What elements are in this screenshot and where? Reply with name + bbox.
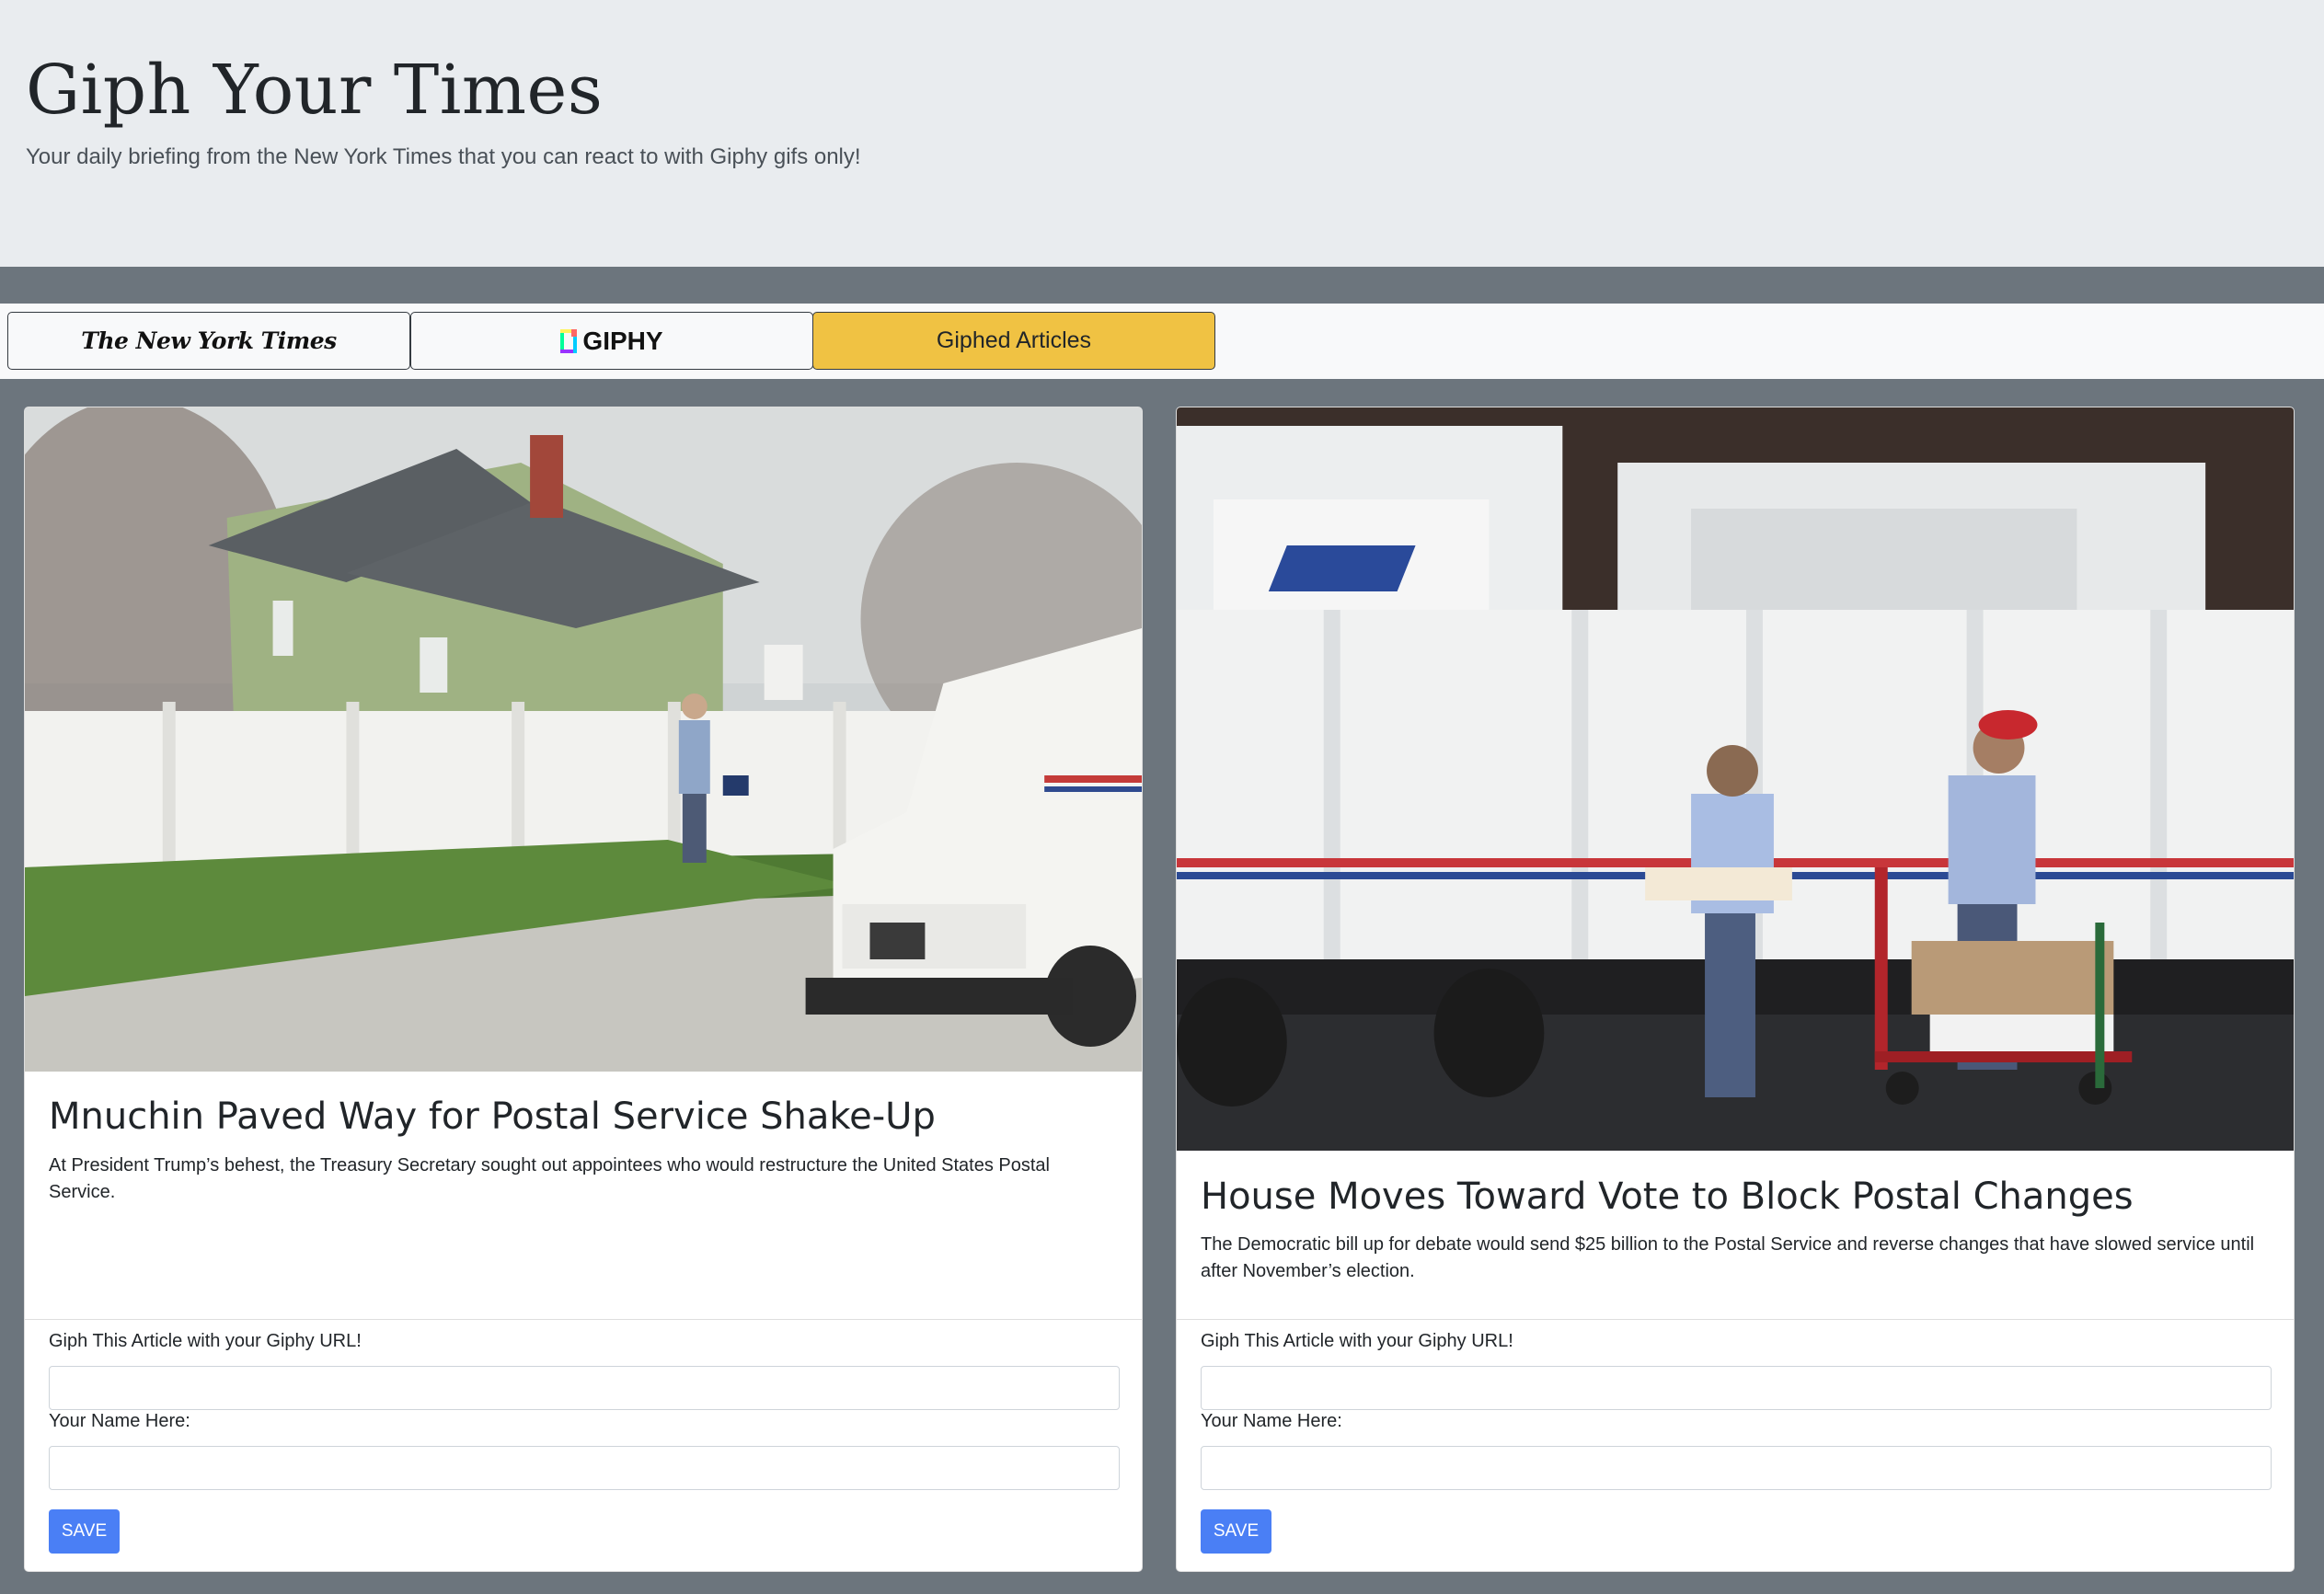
giphed-articles-label: Giphed Articles [936,327,1092,353]
nyt-logo: The New York Times [81,327,337,354]
article-photo-house [25,407,1142,1072]
nyt-button[interactable]: The New York Times [7,312,410,370]
article-card: Mnuchin Paved Way for Postal Service Sha… [24,407,1143,1572]
article-image [1177,407,2294,1151]
giph-url-label: Giph This Article with your Giphy URL! [49,1331,362,1351]
save-button[interactable]: SAVE [1201,1509,1271,1554]
giphy-mark-icon [560,328,578,353]
name-label: Your Name Here: [1201,1411,1342,1431]
giphy-logo-text: GIPHY [582,326,663,355]
giph-url-input[interactable] [49,1366,1120,1410]
giph-url-input[interactable] [1201,1366,2272,1410]
article-abstract: The Democratic bill up for debate would … [1201,1234,2255,1281]
page-subtitle: Your daily briefing from the New York Ti… [26,144,861,169]
giphy-logo: GIPHY [560,326,663,356]
article-photo-postal-trucks [1177,407,2294,1151]
giphed-articles-button[interactable]: Giphed Articles [812,312,1215,370]
page-title: Giph Your Times [26,51,604,130]
article-abstract: At President Trump’s behest, the Treasur… [49,1155,1050,1202]
article-card: House Moves Toward Vote to Block Postal … [1176,407,2295,1572]
article-title: House Moves Toward Vote to Block Postal … [1201,1175,2134,1218]
giph-form: Giph This Article with your Giphy URL! Y… [25,1319,1142,1571]
giphy-button[interactable]: GIPHY [410,312,813,370]
article-image [25,407,1142,1072]
giph-form: Giph This Article with your Giphy URL! Y… [1177,1319,2294,1571]
jumbotron-header: Giph Your Times Your daily briefing from… [0,0,2324,267]
name-input[interactable] [1201,1446,2272,1490]
name-label: Your Name Here: [49,1411,190,1431]
giph-url-label: Giph This Article with your Giphy URL! [1201,1331,1513,1351]
navbar: The New York Times GIPHY Giphed Articles [0,304,2324,379]
save-button[interactable]: SAVE [49,1509,120,1554]
name-input[interactable] [49,1446,1120,1490]
article-title: Mnuchin Paved Way for Postal Service Sha… [49,1095,936,1138]
